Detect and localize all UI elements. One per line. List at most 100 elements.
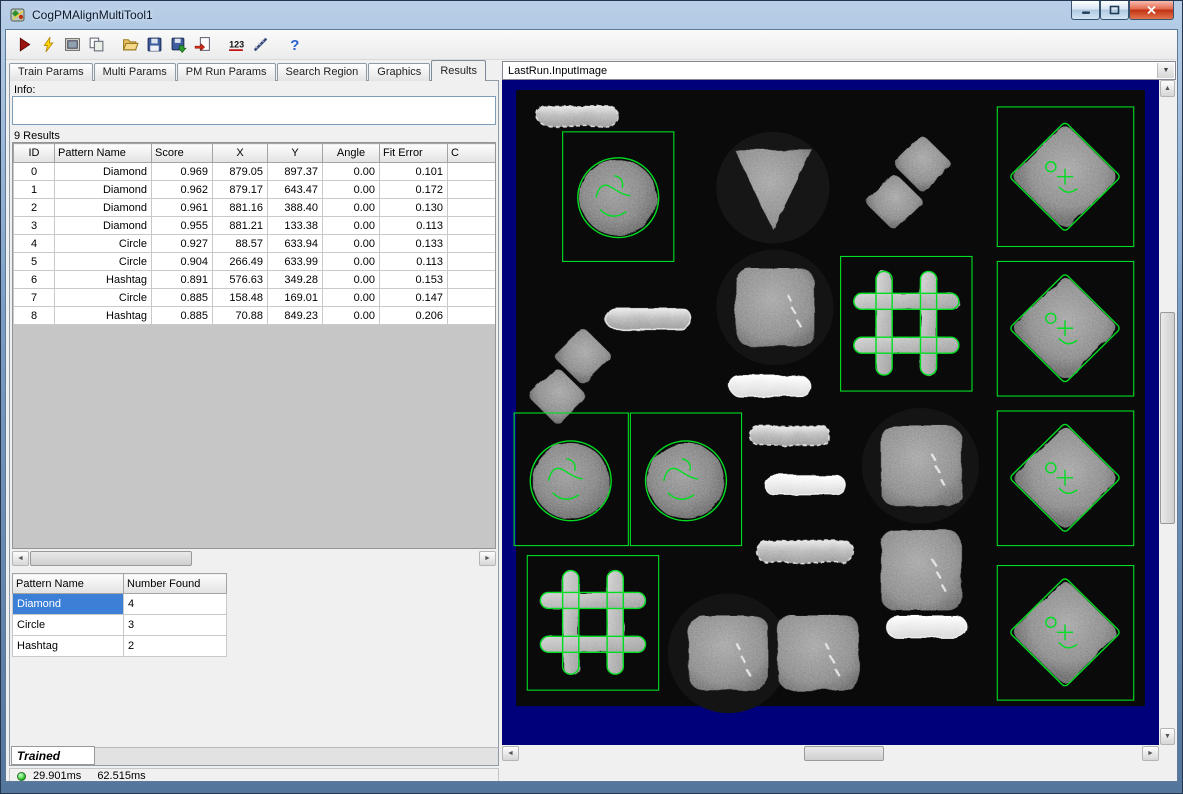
result-cell[interactable] xyxy=(448,199,497,217)
scroll-left-icon[interactable]: ◄ xyxy=(12,551,29,566)
pattern-name-cell[interactable]: Diamond xyxy=(13,594,124,615)
result-row[interactable]: 7Circle0.885158.48169.010.000.147 xyxy=(14,289,497,307)
result-cell[interactable]: 169.01 xyxy=(268,289,323,307)
scrollbar-thumb[interactable] xyxy=(30,551,192,566)
result-cell[interactable]: 0.955 xyxy=(152,217,213,235)
result-row[interactable]: 2Diamond0.961881.16388.400.000.130 xyxy=(14,199,497,217)
save-image-button[interactable] xyxy=(166,33,190,57)
result-cell[interactable]: 881.21 xyxy=(213,217,268,235)
result-cell[interactable]: 0.891 xyxy=(152,271,213,289)
run-tool-button[interactable] xyxy=(12,33,36,57)
result-cell[interactable]: 633.99 xyxy=(268,253,323,271)
tab-multi-params[interactable]: Multi Params xyxy=(94,63,176,81)
number-found-cell[interactable]: 3 xyxy=(124,615,227,636)
result-cell[interactable]: 0.885 xyxy=(152,307,213,325)
result-cell[interactable]: 0.00 xyxy=(323,235,380,253)
result-cell[interactable]: 0.00 xyxy=(323,253,380,271)
image-horizontal-scrollbar[interactable]: ◄ ► xyxy=(502,745,1159,762)
result-cell[interactable]: 576.63 xyxy=(213,271,268,289)
open-file-button[interactable] xyxy=(118,33,142,57)
result-cell[interactable]: 8 xyxy=(14,307,55,325)
column-header-c[interactable]: C xyxy=(448,144,497,163)
show-current-image-button[interactable] xyxy=(60,33,84,57)
result-cell[interactable]: 0.113 xyxy=(380,253,448,271)
result-cell[interactable]: 897.37 xyxy=(268,163,323,181)
info-textbox[interactable] xyxy=(12,96,496,125)
result-cell[interactable]: 879.17 xyxy=(213,181,268,199)
result-cell[interactable]: 0.00 xyxy=(323,199,380,217)
result-cell[interactable]: 0.00 xyxy=(323,217,380,235)
scroll-up-icon[interactable]: ▲ xyxy=(1160,80,1175,97)
result-row[interactable]: 1Diamond0.962879.17643.470.000.172 xyxy=(14,181,497,199)
scroll-down-icon[interactable]: ▼ xyxy=(1160,728,1175,745)
result-cell[interactable]: Diamond xyxy=(55,163,152,181)
result-row[interactable]: 5Circle0.904266.49633.990.000.113 xyxy=(14,253,497,271)
result-cell[interactable]: Diamond xyxy=(55,217,152,235)
result-cell[interactable]: 0 xyxy=(14,163,55,181)
result-cell[interactable] xyxy=(448,235,497,253)
result-cell[interactable]: 0.113 xyxy=(380,217,448,235)
scroll-right-icon[interactable]: ► xyxy=(479,551,496,566)
maximize-button[interactable] xyxy=(1100,1,1129,20)
column-header-y[interactable]: Y xyxy=(268,144,323,163)
result-cell[interactable] xyxy=(448,163,497,181)
result-cell[interactable]: 0.885 xyxy=(152,289,213,307)
image-view-selector[interactable]: LastRun.InputImage ▼ xyxy=(502,61,1176,80)
column-header-pattern-name[interactable]: Pattern Name xyxy=(55,144,152,163)
result-cell[interactable]: 0.172 xyxy=(380,181,448,199)
result-cell[interactable] xyxy=(448,253,497,271)
column-header-angle[interactable]: Angle xyxy=(323,144,380,163)
result-cell[interactable]: 0.00 xyxy=(323,181,380,199)
chevron-down-icon[interactable]: ▼ xyxy=(1157,63,1174,78)
image-vertical-scrollbar[interactable]: ▲ ▼ xyxy=(1159,80,1176,745)
result-cell[interactable]: Circle xyxy=(55,289,152,307)
result-cell[interactable]: Hashtag xyxy=(55,271,152,289)
result-cell[interactable]: 0.00 xyxy=(323,271,380,289)
result-cell[interactable]: 0.133 xyxy=(380,235,448,253)
column-header-fit-error[interactable]: Fit Error xyxy=(380,144,448,163)
result-cell[interactable]: 266.49 xyxy=(213,253,268,271)
tab-train-params[interactable]: Train Params xyxy=(9,63,93,81)
number-found-cell[interactable]: 4 xyxy=(124,594,227,615)
close-button[interactable] xyxy=(1129,1,1174,20)
result-cell[interactable]: 133.38 xyxy=(268,217,323,235)
result-cell[interactable]: 349.28 xyxy=(268,271,323,289)
result-cell[interactable]: 0.101 xyxy=(380,163,448,181)
result-cell[interactable]: 0.206 xyxy=(380,307,448,325)
tab-graphics[interactable]: Graphics xyxy=(368,63,430,81)
result-cell[interactable]: 0.00 xyxy=(323,163,380,181)
result-cell[interactable]: 0.904 xyxy=(152,253,213,271)
result-row[interactable]: 3Diamond0.955881.21133.380.000.113 xyxy=(14,217,497,235)
result-cell[interactable]: 4 xyxy=(14,235,55,253)
result-cell[interactable]: 7 xyxy=(14,289,55,307)
result-cell[interactable]: 0.927 xyxy=(152,235,213,253)
save-file-button[interactable] xyxy=(142,33,166,57)
result-cell[interactable]: Diamond xyxy=(55,181,152,199)
title-bar[interactable]: CogPMAlignMultiTool1 xyxy=(1,1,1182,29)
result-cell[interactable]: Diamond xyxy=(55,199,152,217)
column-header-score[interactable]: Score xyxy=(152,144,213,163)
scrollbar-thumb[interactable] xyxy=(1160,312,1175,524)
image-display-area[interactable]: ▲ ▼ xyxy=(502,80,1176,745)
pattern-name-cell[interactable]: Hashtag xyxy=(13,636,124,657)
result-cell[interactable]: 0.147 xyxy=(380,289,448,307)
run-tool-electric-button[interactable] xyxy=(36,33,60,57)
result-cell[interactable]: 849.23 xyxy=(268,307,323,325)
result-cell[interactable]: 88.57 xyxy=(213,235,268,253)
result-cell[interactable]: 0.130 xyxy=(380,199,448,217)
result-cell[interactable]: 2 xyxy=(14,199,55,217)
pattern-name-cell[interactable]: Circle xyxy=(13,615,124,636)
column-header-x[interactable]: X xyxy=(213,144,268,163)
result-cell[interactable] xyxy=(448,217,497,235)
result-cell[interactable]: 0.00 xyxy=(323,307,380,325)
summary-row[interactable]: Circle3 xyxy=(13,615,227,636)
result-cell[interactable]: 643.47 xyxy=(268,181,323,199)
tab-pm-run-params[interactable]: PM Run Params xyxy=(177,63,276,81)
result-cell[interactable] xyxy=(448,181,497,199)
input-image-display[interactable] xyxy=(502,80,1159,745)
result-cell[interactable]: 158.48 xyxy=(213,289,268,307)
tab-search-region[interactable]: Search Region xyxy=(277,63,368,81)
result-cell[interactable] xyxy=(448,307,497,325)
result-cell[interactable]: 0.961 xyxy=(152,199,213,217)
result-cell[interactable]: 70.88 xyxy=(213,307,268,325)
